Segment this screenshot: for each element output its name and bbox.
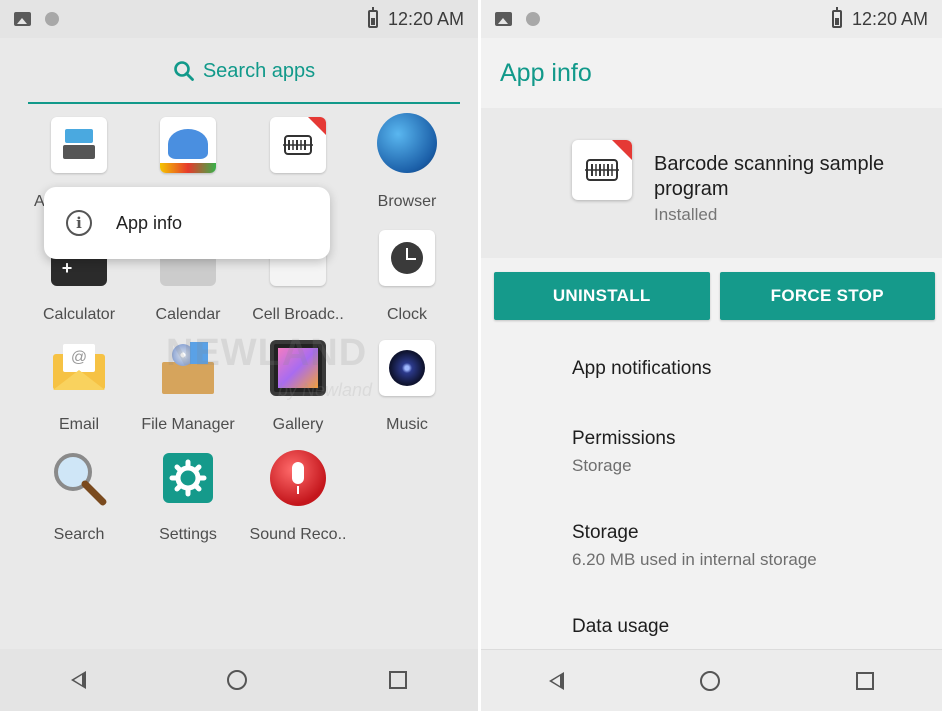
page-title: App info bbox=[500, 58, 592, 87]
search-apps-bar[interactable]: Search apps bbox=[28, 40, 460, 104]
clock-icon bbox=[379, 230, 435, 286]
status-time: 12:20 AM bbox=[387, 8, 464, 29]
app-label: Music bbox=[386, 416, 428, 433]
app-bird[interactable] bbox=[133, 117, 243, 193]
row-title: Data usage bbox=[572, 616, 670, 637]
email-icon: @ bbox=[51, 340, 107, 396]
row-title: App notifications bbox=[572, 358, 712, 379]
app-email[interactable]: @ Email bbox=[24, 340, 134, 434]
back-icon[interactable] bbox=[549, 671, 564, 690]
battery-icon bbox=[831, 7, 842, 28]
keyboard-icon bbox=[51, 117, 107, 173]
settings-row-permissions[interactable]: Permissions Storage bbox=[572, 428, 932, 476]
app-label: Cell Broadc.. bbox=[252, 306, 344, 323]
app-music[interactable]: Music bbox=[352, 340, 462, 434]
row-subtitle: Storage bbox=[572, 456, 632, 475]
bird-icon bbox=[160, 117, 216, 173]
recents-icon[interactable] bbox=[389, 671, 408, 689]
settings-row-storage[interactable]: Storage 6.20 MB used in internal storage bbox=[572, 522, 932, 570]
info-icon: i bbox=[66, 210, 92, 236]
app-sound-recorder[interactable]: Sound Reco.. bbox=[243, 450, 353, 544]
recents-icon[interactable] bbox=[856, 671, 874, 690]
search-icon bbox=[173, 60, 195, 82]
row-title: Storage bbox=[572, 522, 639, 543]
popup-app-info-label: App info bbox=[116, 212, 183, 233]
app-search[interactable]: Search bbox=[24, 450, 134, 544]
row-title: Permissions bbox=[572, 428, 676, 449]
app-label: Email bbox=[58, 416, 99, 433]
app-barcode[interactable] bbox=[243, 117, 353, 193]
app-file-manager[interactable]: File Manager bbox=[133, 340, 243, 434]
app-label: Browser bbox=[377, 193, 437, 210]
app-settings[interactable]: Settings bbox=[133, 450, 243, 544]
app-info-header: App info bbox=[481, 38, 942, 108]
row-subtitle: 6.20 MB used in internal storage bbox=[572, 550, 817, 569]
battery-icon bbox=[367, 7, 378, 28]
picture-notification-icon bbox=[14, 12, 31, 26]
circle-notification-icon bbox=[526, 12, 540, 26]
status-bar: 12:20 AM bbox=[481, 0, 942, 38]
app-summary: Barcode scanning sample program Installe… bbox=[481, 108, 942, 258]
app-label: Calendar bbox=[155, 306, 221, 323]
magnifier-icon bbox=[51, 450, 107, 506]
music-icon bbox=[379, 340, 435, 396]
home-icon[interactable] bbox=[227, 670, 248, 690]
search-apps-label: Search apps bbox=[202, 59, 316, 82]
app-status: Installed bbox=[654, 205, 718, 224]
app-browser[interactable]: Browser bbox=[352, 113, 462, 211]
app-clock[interactable]: Clock bbox=[352, 230, 462, 324]
microphone-icon bbox=[270, 450, 326, 506]
navigation-bar bbox=[481, 649, 942, 711]
settings-row-notifications[interactable]: App notifications bbox=[572, 358, 932, 380]
app-info-screen: 12:20 AM App info Barcode scanning sampl… bbox=[481, 0, 942, 711]
app-name: Barcode scanning sample program bbox=[654, 153, 885, 200]
status-time: 12:20 AM bbox=[851, 8, 928, 29]
back-icon[interactable] bbox=[70, 671, 86, 689]
uninstall-button[interactable]: UNINSTALL bbox=[494, 272, 710, 320]
app-gallery[interactable]: Gallery bbox=[243, 340, 353, 434]
navigation-bar bbox=[0, 649, 478, 711]
settings-icon bbox=[163, 453, 213, 503]
force-stop-button[interactable]: FORCE STOP bbox=[719, 272, 935, 320]
app-label: Settings bbox=[159, 526, 217, 543]
app-label: Gallery bbox=[272, 416, 324, 433]
globe-icon bbox=[377, 113, 437, 173]
app-actions: UNINSTALL FORCE STOP bbox=[494, 272, 935, 320]
app-info-popup[interactable]: i App info bbox=[44, 187, 330, 259]
settings-row-data-usage[interactable]: Data usage bbox=[572, 616, 932, 638]
picture-notification-icon bbox=[495, 12, 512, 26]
app-label: Clock bbox=[386, 306, 427, 323]
app-label: File Manager bbox=[141, 416, 235, 433]
launcher-screen: 12:20 AM Search apps A Browser + Calcula… bbox=[0, 0, 478, 711]
home-icon[interactable] bbox=[700, 670, 720, 691]
status-bar: 12:20 AM bbox=[0, 0, 478, 38]
app-label: Search bbox=[53, 526, 105, 543]
app-label: Sound Reco.. bbox=[249, 526, 347, 543]
barcode-icon bbox=[572, 140, 632, 200]
gallery-icon bbox=[270, 340, 326, 396]
file-manager-icon bbox=[160, 340, 216, 396]
barcode-icon bbox=[270, 117, 326, 173]
circle-notification-icon bbox=[45, 12, 59, 26]
app-label: Calculator bbox=[42, 306, 116, 323]
